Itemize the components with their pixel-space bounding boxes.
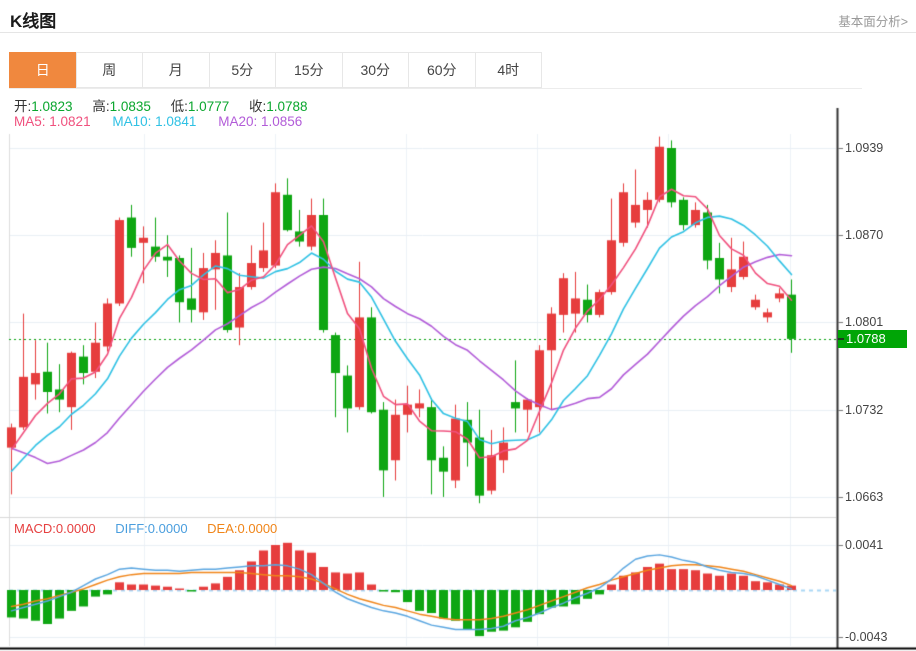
price-axis-tick-label: 1.0663 bbox=[845, 490, 884, 504]
diff-value: DIFF:0.0000 bbox=[115, 521, 188, 536]
dea-value: DEA:0.0000 bbox=[207, 521, 278, 536]
price-axis-tick-label: 1.0732 bbox=[845, 403, 884, 417]
macd-axis-tick-label: 0.0041 bbox=[845, 538, 884, 552]
last-price-badge: 1.0788 bbox=[838, 330, 907, 348]
macd-readout: MACD:0.0000 DIFF:0.0000 DEA:0.0000 bbox=[14, 521, 277, 536]
tick-dash-icon bbox=[838, 338, 844, 340]
last-price-value: 1.0788 bbox=[846, 331, 886, 346]
kline-page: K线图 基本面分析> 日周月5分15分30分60分4时 开:1.0823 高:1… bbox=[0, 0, 916, 651]
kline-chart-canvas[interactable] bbox=[0, 0, 916, 651]
macd-value: MACD:0.0000 bbox=[14, 521, 96, 536]
price-axis-tick-label: 1.0801 bbox=[845, 315, 884, 329]
price-axis-tick-label: 1.0939 bbox=[845, 141, 884, 155]
price-axis-tick-label: 1.0870 bbox=[845, 228, 884, 242]
macd-axis-tick-label: -0.0043 bbox=[845, 630, 888, 644]
